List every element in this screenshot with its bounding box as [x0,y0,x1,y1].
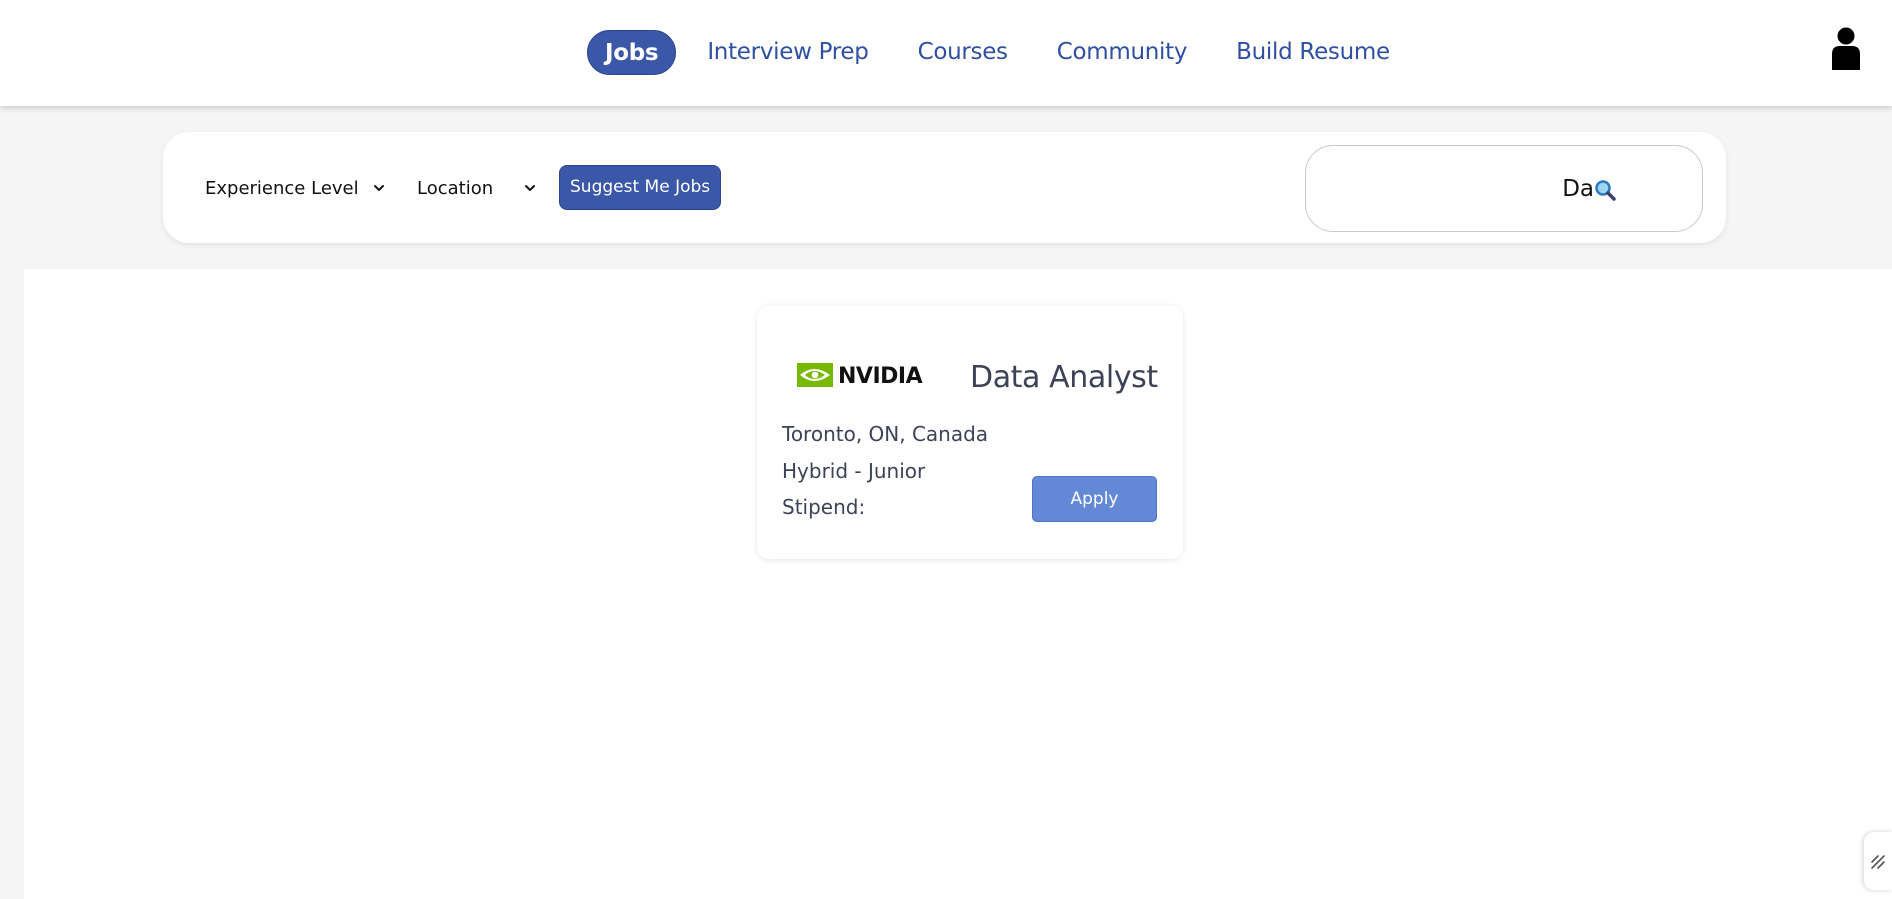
search-input[interactable] [1306,146,1596,231]
magnifier-icon[interactable] [1594,179,1616,201]
apply-button[interactable]: Apply [1032,476,1157,522]
filter-bar: Experience Level Location Suggest Me Job… [163,132,1726,243]
nav-item-courses[interactable]: Courses [918,30,1008,75]
job-card: NVIDIA Data Analyst Toronto, ON, Canada … [757,306,1183,559]
user-icon[interactable] [1830,26,1862,70]
job-results-area: NVIDIA Data Analyst Toronto, ON, Canada … [24,269,1892,899]
location-label: Location [417,177,494,199]
nav-item-jobs[interactable]: Jobs [587,30,677,75]
top-navbar: Jobs Interview Prep Courses Community Bu… [0,0,1892,106]
left-gutter [0,243,24,899]
nav-item-interview-prep[interactable]: Interview Prep [707,30,869,75]
main-nav: Jobs Interview Prep Courses Community Bu… [587,30,1439,75]
job-title: Data Analyst [970,360,1158,395]
resize-icon [1871,855,1885,869]
search-box [1305,145,1703,232]
experience-level-dropdown[interactable]: Experience Level [205,170,385,206]
nvidia-logo: NVIDIA [797,363,923,388]
nav-item-community[interactable]: Community [1057,30,1188,75]
location-dropdown[interactable]: Location [417,170,536,206]
chevron-down-icon [373,185,384,191]
nav-item-build-resume[interactable]: Build Resume [1236,30,1390,75]
suggest-me-jobs-button[interactable]: Suggest Me Jobs [559,165,722,210]
job-stipend: Stipend: [782,495,866,519]
experience-level-label: Experience Level [205,177,359,199]
svg-text:NVIDIA: NVIDIA [838,364,923,388]
job-location: Toronto, ON, Canada [782,422,989,446]
job-work-type: Hybrid - Junior [782,459,926,483]
chevron-down-icon [525,185,536,191]
floating-widget-tab[interactable] [1864,832,1892,890]
